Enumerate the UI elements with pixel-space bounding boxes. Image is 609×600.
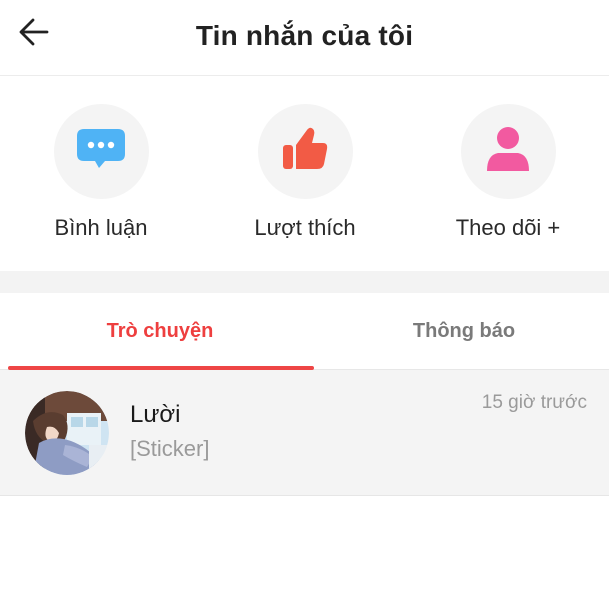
conversation-name: Lười <box>130 401 181 428</box>
conversation-preview: [Sticker] <box>130 436 210 461</box>
likes-button[interactable]: Lượt thích <box>215 104 395 241</box>
thumbs-up-icon <box>280 126 330 177</box>
message-tabs: Trò chuyện Thông báo <box>0 293 609 370</box>
follow-icon-circle <box>460 104 556 199</box>
section-divider <box>0 271 609 293</box>
avatar[interactable] <box>25 391 109 475</box>
likes-label: Lượt thích <box>254 215 356 240</box>
likes-icon-circle <box>257 104 353 199</box>
top-bar: Tin nhắn của tôi <box>0 0 609 76</box>
conversation-time: 15 giờ trước <box>481 392 587 413</box>
conversation-row[interactable]: Lười [Sticker] 15 giờ trước <box>0 370 609 496</box>
follow-button[interactable]: Theo dõi + <box>418 104 598 241</box>
quick-actions: Bình luận Lượt thích Theo dõi + <box>0 76 609 271</box>
tab-notifications[interactable]: Thông báo <box>312 293 609 369</box>
comments-icon-circle <box>53 104 149 199</box>
follow-label: Theo dõi + <box>455 215 561 240</box>
person-icon <box>484 125 532 178</box>
chat-bubble-icon <box>75 127 127 176</box>
page-title: Tin nhắn của tôi <box>195 20 414 51</box>
comments-button[interactable]: Bình luận <box>11 104 191 241</box>
messages-screen: Tin nhắn của tôi Bình luận Lượt thích Th… <box>0 0 609 600</box>
tab-chat[interactable]: Trò chuyện <box>8 293 312 369</box>
comments-label: Bình luận <box>54 215 148 240</box>
